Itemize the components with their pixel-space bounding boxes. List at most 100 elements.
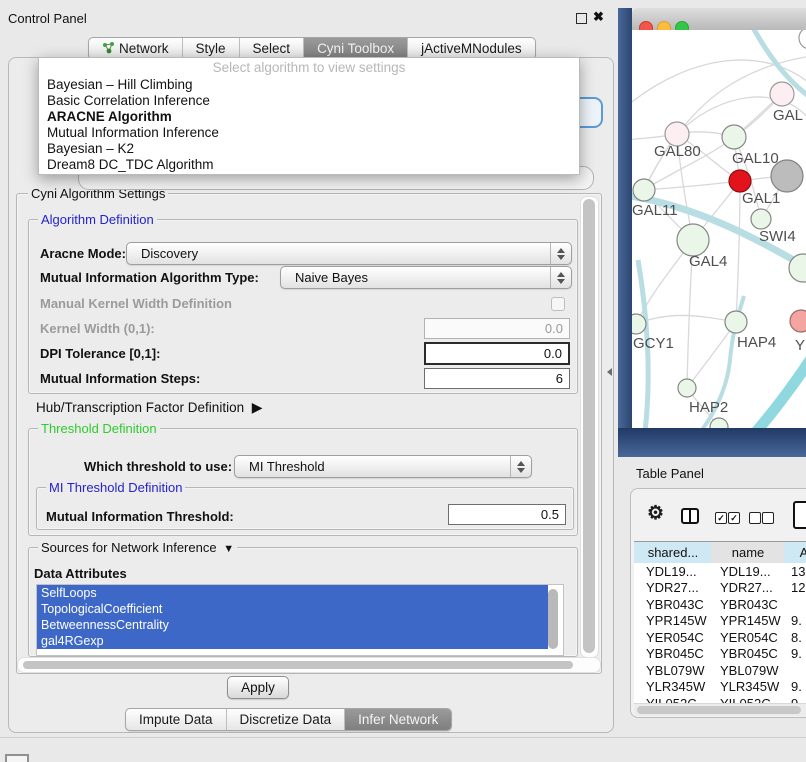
node-label-y: Y [795,337,805,354]
splitter-collapse-icon[interactable] [607,368,612,376]
dpi-tolerance-input[interactable]: 0.0 [424,342,570,365]
node-label-gal: GAL [773,107,803,124]
settings-vscroll-thumb[interactable] [583,199,595,653]
node-label-hap2: HAP2 [689,399,728,416]
attribute-item[interactable]: gal4RGexp [37,633,548,649]
network-view-canvas[interactable]: GALGAL80GAL10GAL1GAL11GAL4SWI4GCY1HAP4YH… [632,30,806,428]
tab-label: Cyni Toolbox [317,41,394,56]
tab-infer-network[interactable]: Infer Network [345,709,451,730]
algorithm-option[interactable]: Basic Correlation Inference [39,93,579,109]
network-node-gal1[interactable] [729,170,751,192]
table-row[interactable]: YBR045CYBR045C9. [634,646,806,663]
expand-down-icon: ▼ [220,543,234,555]
which-threshold-select[interactable]: MI Threshold [234,455,532,478]
tab-impute-data[interactable]: Impute Data [126,709,227,730]
network-node-gal[interactable] [770,82,794,106]
kernel-width-input[interactable]: 0.0 [424,318,570,339]
manual-kernel-checkbox[interactable] [551,297,565,311]
hub-definition-toggle[interactable]: Hub/Transcription Factor Definition ▶ [36,399,263,416]
node-label-gal1: GAL1 [742,190,780,207]
checked-box-icon[interactable]: ✓ [715,512,727,524]
table-row[interactable]: YIL052CYIL052C9 [634,695,806,703]
table-row[interactable]: YER054CYER054C8. [634,629,806,646]
table-cell: YLR345W [711,679,784,694]
tab-select[interactable]: Select [240,38,305,59]
network-node-gal10[interactable] [722,125,746,149]
mi-threshold-value: 0.5 [541,507,559,522]
settings-vscroll-track[interactable] [580,196,599,658]
network-node-swi4[interactable] [751,209,771,229]
close-panel-icon[interactable]: ✖ [593,9,604,25]
settings-hscroll-track[interactable] [17,657,601,673]
which-threshold-label: Which threshold to use: [84,459,232,474]
network-node-gal11[interactable] [633,179,655,201]
network-node-hap4[interactable] [725,311,747,333]
mi-threshold-title: MI Threshold Definition [46,480,185,495]
unchecked-box-icon[interactable] [749,512,761,524]
stepper-arrows-icon [550,243,571,264]
network-node[interactable] [771,160,803,192]
table-row[interactable]: YDR27...YDR27...12 [634,580,806,597]
manual-kernel-label: Manual Kernel Width Definition [40,296,232,311]
algorithm-definition-title: Algorithm Definition [38,212,157,227]
aracne-mode-label: Aracne Mode: [40,246,126,261]
table-row[interactable]: YDL19...YDL19...13 [634,563,806,580]
node-label-swi4: SWI4 [759,228,796,245]
table-cell: YDR27... [634,580,711,595]
network-window-titlebar[interactable] [632,8,806,31]
apply-button[interactable]: Apply [227,676,289,699]
data-attributes-list[interactable]: SelfLoopsTopologicalCoefficientBetweenne… [36,584,564,656]
network-node-y[interactable] [790,310,806,332]
settings-hscroll-thumb[interactable] [23,661,573,669]
algorithm-option[interactable]: Dream8 DC_TDC Algorithm [39,157,579,173]
document-icon[interactable] [793,501,806,529]
hub-definition-label: Hub/Transcription Factor Definition [36,400,244,415]
gear-icon[interactable]: ⚙ [647,504,664,523]
collapsed-panel-icon[interactable] [5,754,29,762]
table-row[interactable]: YPR145WYPR145W9. [634,613,806,630]
algorithm-option[interactable]: Mutual Information Inference [39,125,579,141]
table-cell: YPR145W [634,613,711,628]
tab-jactivemnodules[interactable]: jActiveMNodules [408,38,535,59]
table-row[interactable]: YBL079WYBL079W [634,662,806,679]
node-label-gal10: GAL10 [732,150,779,167]
table-header-row: shared...nameA [634,541,806,563]
network-node-gcy1[interactable] [632,314,646,334]
table-cell: YBR045C [634,646,711,661]
mi-steps-input[interactable]: 6 [424,368,570,389]
attribute-list-scrollbar[interactable] [548,589,558,649]
algorithm-option[interactable]: Bayesian – K2 [39,141,579,157]
algorithm-option[interactable]: ARACNE Algorithm [39,109,579,125]
table-row[interactable]: YLR345WYLR345W9. [634,679,806,696]
tab-label: Discretize Data [240,712,332,727]
tab-cyni-toolbox[interactable]: Cyni Toolbox [304,38,408,59]
tab-style[interactable]: Style [183,38,240,59]
table-row[interactable]: YBR043CYBR043C [634,596,806,613]
tab-discretize-data[interactable]: Discretize Data [227,709,346,730]
mi-threshold-input[interactable]: 0.5 [448,504,566,525]
kernel-width-value: 0.0 [545,321,563,336]
tab-network[interactable]: Network [89,38,183,59]
checked-box-icon[interactable]: ✓ [728,512,740,524]
unchecked-box-icon[interactable] [762,512,774,524]
expand-right-icon: ▶ [248,399,263,415]
attribute-item[interactable]: BetweennessCentrality [37,617,548,633]
float-panel-icon[interactable] [576,13,587,24]
split-columns-icon[interactable] [681,508,699,524]
attribute-item[interactable]: TopologicalCoefficient [37,601,548,617]
algorithm-option[interactable]: Bayesian – Hill Climbing [39,77,579,93]
column-header-name[interactable]: name [711,541,786,564]
column-header-shared...[interactable]: shared... [634,541,713,564]
table-hscroll-track[interactable] [634,703,806,716]
attribute-item[interactable]: SelfLoops [37,585,548,601]
network-node-gal4[interactable] [677,224,709,256]
network-node-hap2[interactable] [678,379,696,397]
mi-type-select[interactable]: Naive Bayes [280,266,572,289]
column-header-A[interactable]: A [784,541,806,564]
sources-title[interactable]: Sources for Network Inference ▼ [38,540,237,555]
algorithm-combo-fragment[interactable] [580,97,603,128]
aracne-mode-select[interactable]: Discovery [126,242,572,265]
mi-type-label: Mutual Information Algorithm Type: [40,270,259,285]
table-hscroll-thumb[interactable] [637,706,801,714]
network-node[interactable] [799,30,806,49]
